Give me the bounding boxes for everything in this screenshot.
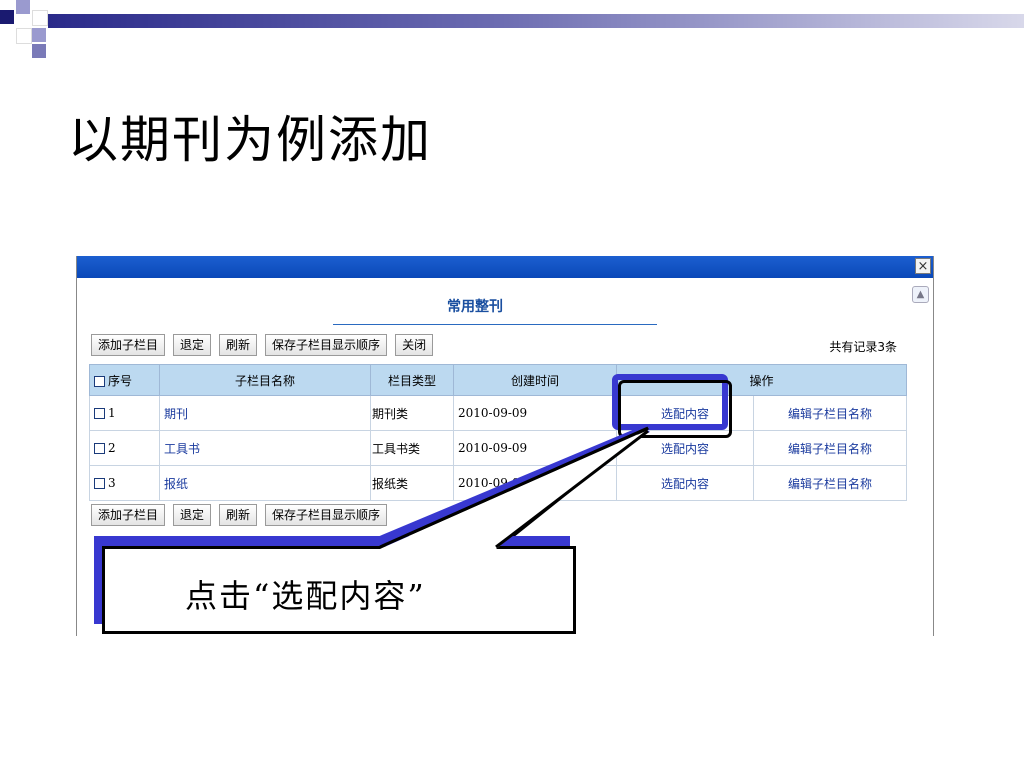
save-order-button[interactable]: 保存子栏目显示顺序 [265,504,388,526]
header-type: 栏目类型 [370,364,454,396]
deco-square [32,44,46,58]
subcolumn-table: 序号 子栏目名称 栏目类型 创建时间 操作 1 期刊 期刊类 2010-09-0… [89,364,907,501]
row-type: 工具书类 [370,430,454,466]
toolbar-bottom: 添加子栏目 退定 刷新 保存子栏目显示顺序 [91,504,388,526]
unsubscribe-button[interactable]: 退定 [173,334,212,356]
edit-subcolumn-name-link[interactable]: 编辑子栏目名称 [788,477,872,491]
deco-square [32,10,48,26]
slide-header-bar [48,14,1024,28]
table-row: 3 报纸 报纸类 2010-09-09 选配内容 编辑子栏目名称 [89,465,907,501]
close-button[interactable]: 关闭 [395,334,434,356]
select-all-checkbox[interactable] [94,375,105,387]
table-row: 1 期刊 期刊类 2010-09-09 选配内容 编辑子栏目名称 [89,395,907,431]
deco-square [16,28,32,44]
table-row: 2 工具书 工具书类 2010-09-09 选配内容 编辑子栏目名称 [89,430,907,466]
row-checkbox[interactable] [94,478,105,489]
table-header-row: 序号 子栏目名称 栏目类型 创建时间 操作 [89,364,907,396]
row-created: 2010-09-09 [453,430,617,466]
close-icon[interactable]: × [915,258,931,274]
row-created: 2010-09-09 [453,465,617,501]
header-seq: 序号 [89,364,160,396]
add-subcolumn-button[interactable]: 添加子栏目 [91,334,166,356]
row-name: 工具书 [159,430,371,466]
row-type: 期刊类 [370,395,454,431]
dialog-titlebar[interactable]: × [77,256,933,278]
scroll-up-arrow-icon[interactable]: ▲ [912,286,929,303]
row-checkbox[interactable] [94,443,105,454]
header-created: 创建时间 [453,364,617,396]
slide-title: 以期刊为例添加 [68,111,432,169]
row-checkbox[interactable] [94,408,105,419]
deco-square [16,0,30,14]
row-type: 报纸类 [370,465,454,501]
header-name: 子栏目名称 [159,364,371,396]
row-name: 报纸 [159,465,371,501]
row-created: 2010-09-09 [453,395,617,431]
row-name: 期刊 [159,395,371,431]
edit-subcolumn-name-link[interactable]: 编辑子栏目名称 [788,442,872,456]
record-count: 共有记录3条 [829,340,897,354]
refresh-button[interactable]: 刷新 [219,504,258,526]
save-order-button[interactable]: 保存子栏目显示顺序 [265,334,388,356]
unsubscribe-button[interactable]: 退定 [173,504,212,526]
callout-box: 点击“选配内容” [102,546,576,634]
select-content-link[interactable]: 选配内容 [661,477,709,491]
deco-square [32,28,46,42]
add-subcolumn-button[interactable]: 添加子栏目 [91,504,166,526]
title-underline [333,324,657,325]
refresh-button[interactable]: 刷新 [219,334,258,356]
toolbar-top: 添加子栏目 退定 刷新 保存子栏目显示顺序 关闭 [91,334,434,356]
callout-text: 点击“选配内容” [185,577,426,615]
edit-subcolumn-name-link[interactable]: 编辑子栏目名称 [788,407,872,421]
highlight-frame [618,380,732,438]
panel-title: 常用整刊 [447,299,503,315]
deco-square [0,10,14,24]
select-content-link[interactable]: 选配内容 [661,442,709,456]
